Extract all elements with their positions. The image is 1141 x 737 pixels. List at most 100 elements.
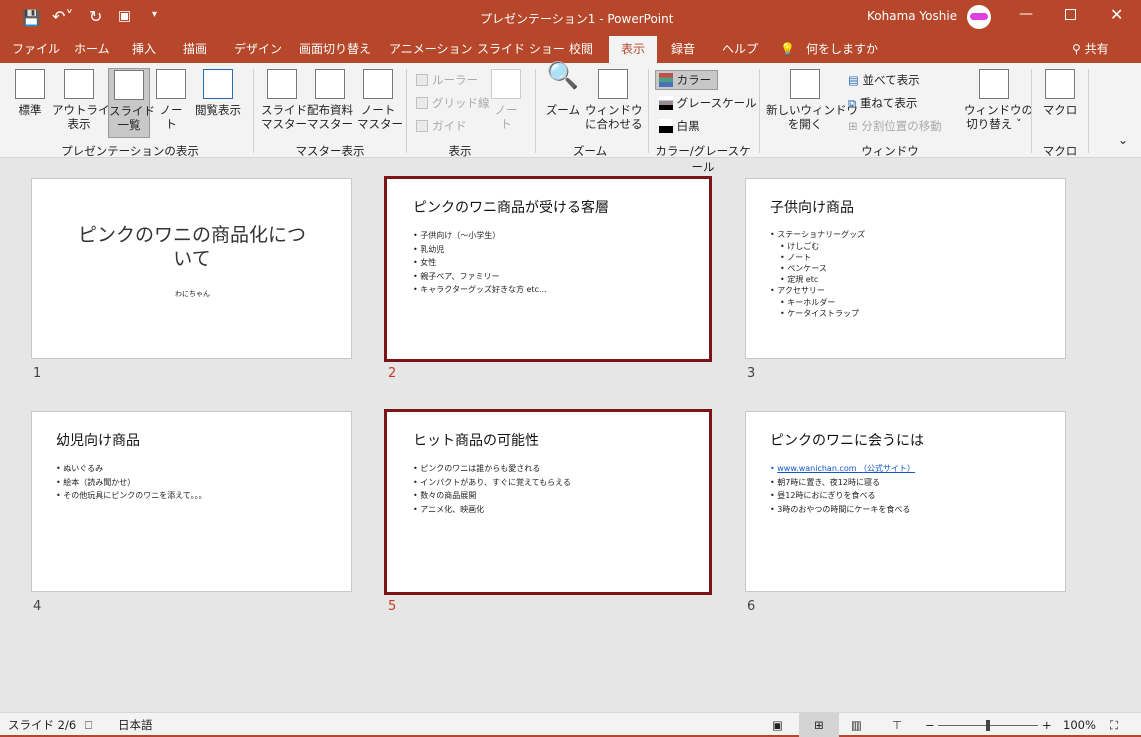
zoom-level[interactable]: 100% — [1063, 713, 1096, 737]
avatar[interactable] — [967, 5, 991, 29]
tell-me-search[interactable]: 何をしますか — [806, 36, 878, 63]
slide-thumbnail-3[interactable]: 子供向け商品 ステーショナリーグッズけしごむノートペンケース定規 etcアクセサ… — [745, 178, 1066, 359]
macros-button[interactable]: マクロ — [1040, 69, 1080, 117]
status-bar: スライド 2/6 ⎕ 日本語 ▣ ⊞ ▥ ⊤ − + 100% ⛶ — [0, 712, 1141, 737]
switch-windows-button[interactable]: ウィンドウの 切り替え ˇ — [964, 69, 1033, 131]
reading-view-icon[interactable]: ▥ — [851, 713, 862, 737]
group-label: カラー/グレースケール — [655, 144, 751, 174]
notes-button[interactable]: ノー ト — [488, 69, 524, 131]
reading-view-icon — [203, 69, 233, 99]
accessibility-icon[interactable]: ⎕ — [85, 713, 92, 737]
slide-title: ヒット商品の可能性 — [413, 433, 539, 449]
zoom-button[interactable]: 🔍 ズーム — [543, 61, 583, 117]
tab-home[interactable]: ホーム — [74, 36, 110, 63]
minimize-icon[interactable]: — — [1019, 6, 1033, 22]
slide-sorter-icon — [114, 70, 144, 100]
outline-view-button[interactable]: アウトライン 表示 — [52, 69, 121, 131]
fit-window-icon — [598, 69, 628, 99]
outline-view-icon — [64, 69, 94, 99]
new-window-icon — [790, 69, 820, 99]
close-icon[interactable]: ✕ — [1110, 5, 1123, 24]
tab-slideshow[interactable]: スライド ショー — [477, 36, 565, 63]
redo-icon[interactable]: ↻ — [89, 7, 102, 26]
group-label: 表示 — [448, 144, 472, 158]
slide-thumbnail-1[interactable]: ピンクのワニの商品化について わにちゃん — [31, 178, 352, 359]
slideshow-start-icon[interactable]: ▣ — [118, 8, 131, 24]
move-split-button[interactable]: ⊞ 分割位置の移動 — [848, 117, 942, 135]
slide-sorter-button[interactable]: スライド 一覧 — [108, 68, 155, 138]
person-icon: ⚲ — [1072, 42, 1085, 56]
slide-subtitle: わにちゃん — [175, 290, 210, 298]
fit-to-window-button[interactable]: ウィンドウ に合わせる — [585, 69, 643, 131]
slide-title: 子供向け商品 — [770, 200, 854, 216]
tab-insert[interactable]: 挿入 — [132, 36, 156, 63]
slide-master-icon — [267, 69, 297, 99]
slide-thumbnail-2[interactable]: ピンクのワニ商品が受ける客層 子供向け（～小学生）乳幼児女性親子ペア、ファミリー… — [384, 176, 712, 362]
tab-review[interactable]: 校閲 — [569, 36, 593, 63]
tab-transitions[interactable]: 画面切り替え — [299, 36, 371, 63]
tab-file[interactable]: ファイル — [12, 36, 60, 63]
handout-master-button[interactable]: 配布資料 マスター — [305, 69, 355, 131]
tab-record[interactable]: 録音 — [671, 36, 695, 63]
guides-checkbox[interactable]: ガイド — [416, 117, 467, 135]
normal-view-icon — [15, 69, 45, 99]
collapse-ribbon-icon[interactable]: ⌄ — [1118, 133, 1128, 147]
bullet-list: www.wanichan.com （公式サイト） 朝7時に置き、夜12時に寝る昼… — [770, 462, 915, 516]
color-button[interactable]: カラー — [655, 70, 719, 90]
group-label: ズーム — [572, 144, 608, 158]
black-white-icon — [659, 119, 673, 133]
user-name[interactable]: Kohama Yoshie — [867, 9, 957, 23]
handout-master-icon — [315, 69, 345, 99]
slide-master-button[interactable]: スライド マスター — [261, 69, 307, 131]
share-button[interactable]: ⚲ 共有 — [1072, 36, 1109, 63]
slide-title: 幼児向け商品 — [56, 433, 140, 449]
ribbon-tabs: ファイル ホーム 挿入 描画 デザイン 画面切り替え アニメーション スライド … — [0, 36, 1141, 63]
group-label: プレゼンテーションの表示 — [61, 144, 199, 158]
tab-view[interactable]: 表示 — [609, 36, 658, 63]
tab-animations[interactable]: アニメーション — [389, 36, 473, 63]
reading-view-button[interactable]: 閲覧表示 — [192, 69, 244, 117]
notes-master-button[interactable]: ノート マスター — [357, 69, 403, 131]
bullet-list: 子供向け（～小学生）乳幼児女性親子ペア、ファミリーキャラクターグッズ好きな方 e… — [413, 229, 546, 297]
new-window-button[interactable]: 新しいウィンドウ を開く — [766, 69, 858, 131]
notes-master-icon — [363, 69, 393, 99]
macros-icon — [1045, 69, 1075, 99]
arrange-all-button[interactable]: ▤ 並べて表示 — [848, 71, 920, 89]
slide-thumbnail-5[interactable]: ヒット商品の可能性 ピンクのワニは誰からも愛されるインパクトがあり、すぐに覚えて… — [384, 409, 712, 595]
gridlines-checkbox[interactable]: グリッド線 — [416, 94, 490, 112]
zoom-slider-thumb[interactable] — [986, 720, 990, 731]
group-label: マクロ — [1042, 144, 1078, 158]
notes-page-icon — [156, 69, 186, 99]
black-white-button[interactable]: 白黒 — [659, 117, 700, 135]
grayscale-button[interactable]: グレースケール — [659, 94, 757, 112]
tab-help[interactable]: ヘルプ — [722, 36, 758, 63]
maximize-icon[interactable] — [1065, 9, 1076, 20]
tab-design[interactable]: デザイン — [234, 36, 282, 63]
normal-view-icon[interactable]: ▣ — [772, 713, 783, 737]
slide-title: ピンクのワニの商品化について — [77, 224, 306, 270]
zoom-in-button[interactable]: + — [1042, 713, 1052, 737]
slide-number: 2 — [388, 366, 397, 381]
slideshow-icon[interactable]: ⊤ — [892, 713, 902, 737]
zoom-out-button[interactable]: − — [925, 713, 935, 737]
slide-number: 4 — [33, 599, 42, 614]
tab-draw[interactable]: 描画 — [183, 36, 207, 63]
customize-qat-icon[interactable]: ▾ — [152, 9, 157, 20]
slide-sorter-icon[interactable]: ⊞ — [799, 713, 839, 737]
slide-thumbnail-4[interactable]: 幼児向け商品 ぬいぐるみ絵本（読み聞かせ）その他玩具にピンクのワニを添えて。。。 — [31, 411, 352, 592]
cascade-button[interactable]: ⧉ 重ねて表示 — [848, 94, 917, 112]
ruler-checkbox[interactable]: ルーラー — [416, 71, 478, 89]
magnifier-icon: 🔍 — [546, 61, 580, 91]
bullet-list: ピンクのワニは誰からも愛されるインパクトがあり、すぐに覚えてもらえる数々の商品展… — [413, 462, 571, 516]
language-indicator[interactable]: 日本語 — [118, 713, 153, 737]
switch-windows-icon — [979, 69, 1009, 99]
slide-thumbnail-6[interactable]: ピンクのワニに会うには www.wanichan.com （公式サイト） 朝7時… — [745, 411, 1066, 592]
save-icon[interactable]: 💾 — [22, 9, 41, 27]
fit-slide-icon[interactable]: ⛶ — [1110, 713, 1118, 737]
notes-page-button[interactable]: ノー ト — [154, 69, 188, 131]
undo-icon[interactable]: ↶˅ — [52, 7, 73, 26]
bullet-list: ぬいぐるみ絵本（読み聞かせ）その他玩具にピンクのワニを添えて。。。 — [56, 462, 206, 503]
normal-view-button[interactable]: 標準 — [10, 69, 50, 117]
zoom-slider[interactable] — [938, 720, 1038, 731]
website-link[interactable]: www.wanichan.com （公式サイト） — [777, 464, 915, 473]
